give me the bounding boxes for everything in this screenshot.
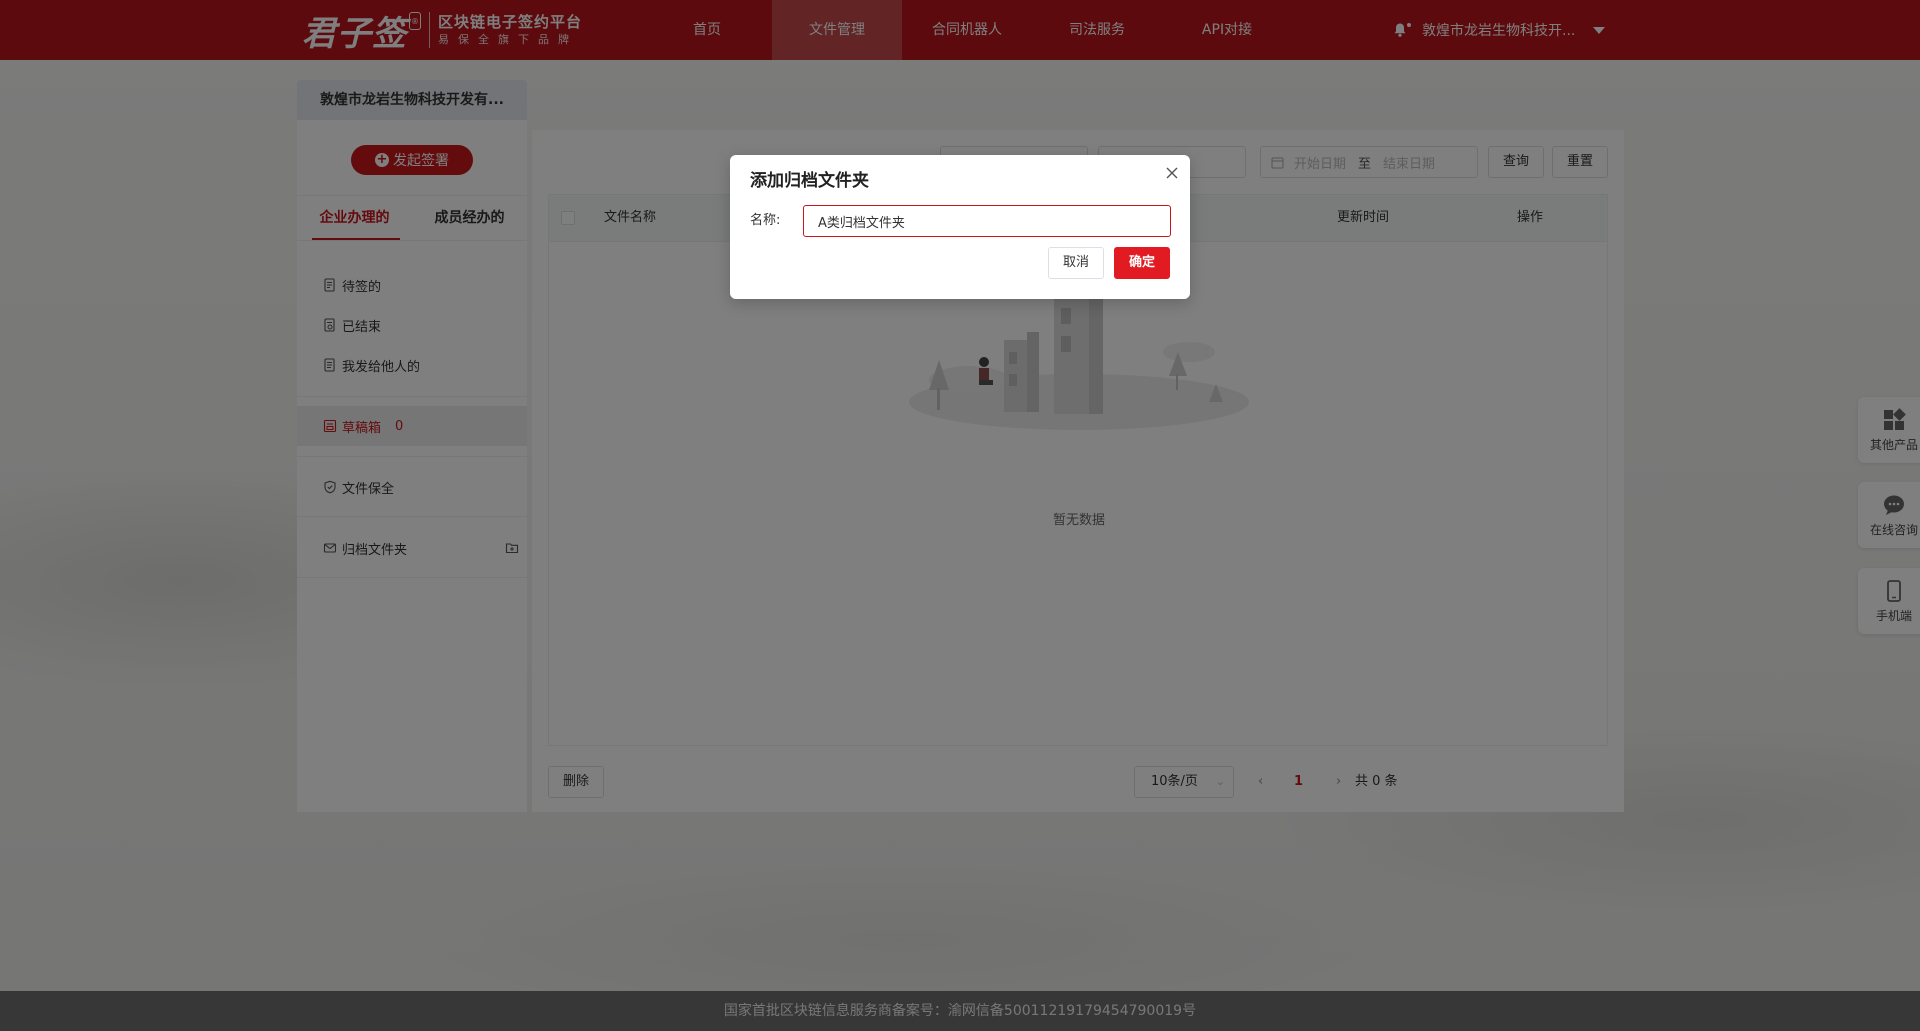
cancel-button[interactable]: 取消 xyxy=(1048,247,1104,279)
folder-name-label: 名称: xyxy=(750,213,781,228)
dialog-title: 添加归档文件夹 xyxy=(750,171,869,191)
folder-name-input[interactable] xyxy=(803,205,1171,237)
confirm-button[interactable]: 确定 xyxy=(1114,247,1170,279)
add-archive-folder-dialog: 添加归档文件夹 名称: 取消 确定 xyxy=(730,155,1190,299)
close-icon[interactable] xyxy=(1162,163,1182,183)
